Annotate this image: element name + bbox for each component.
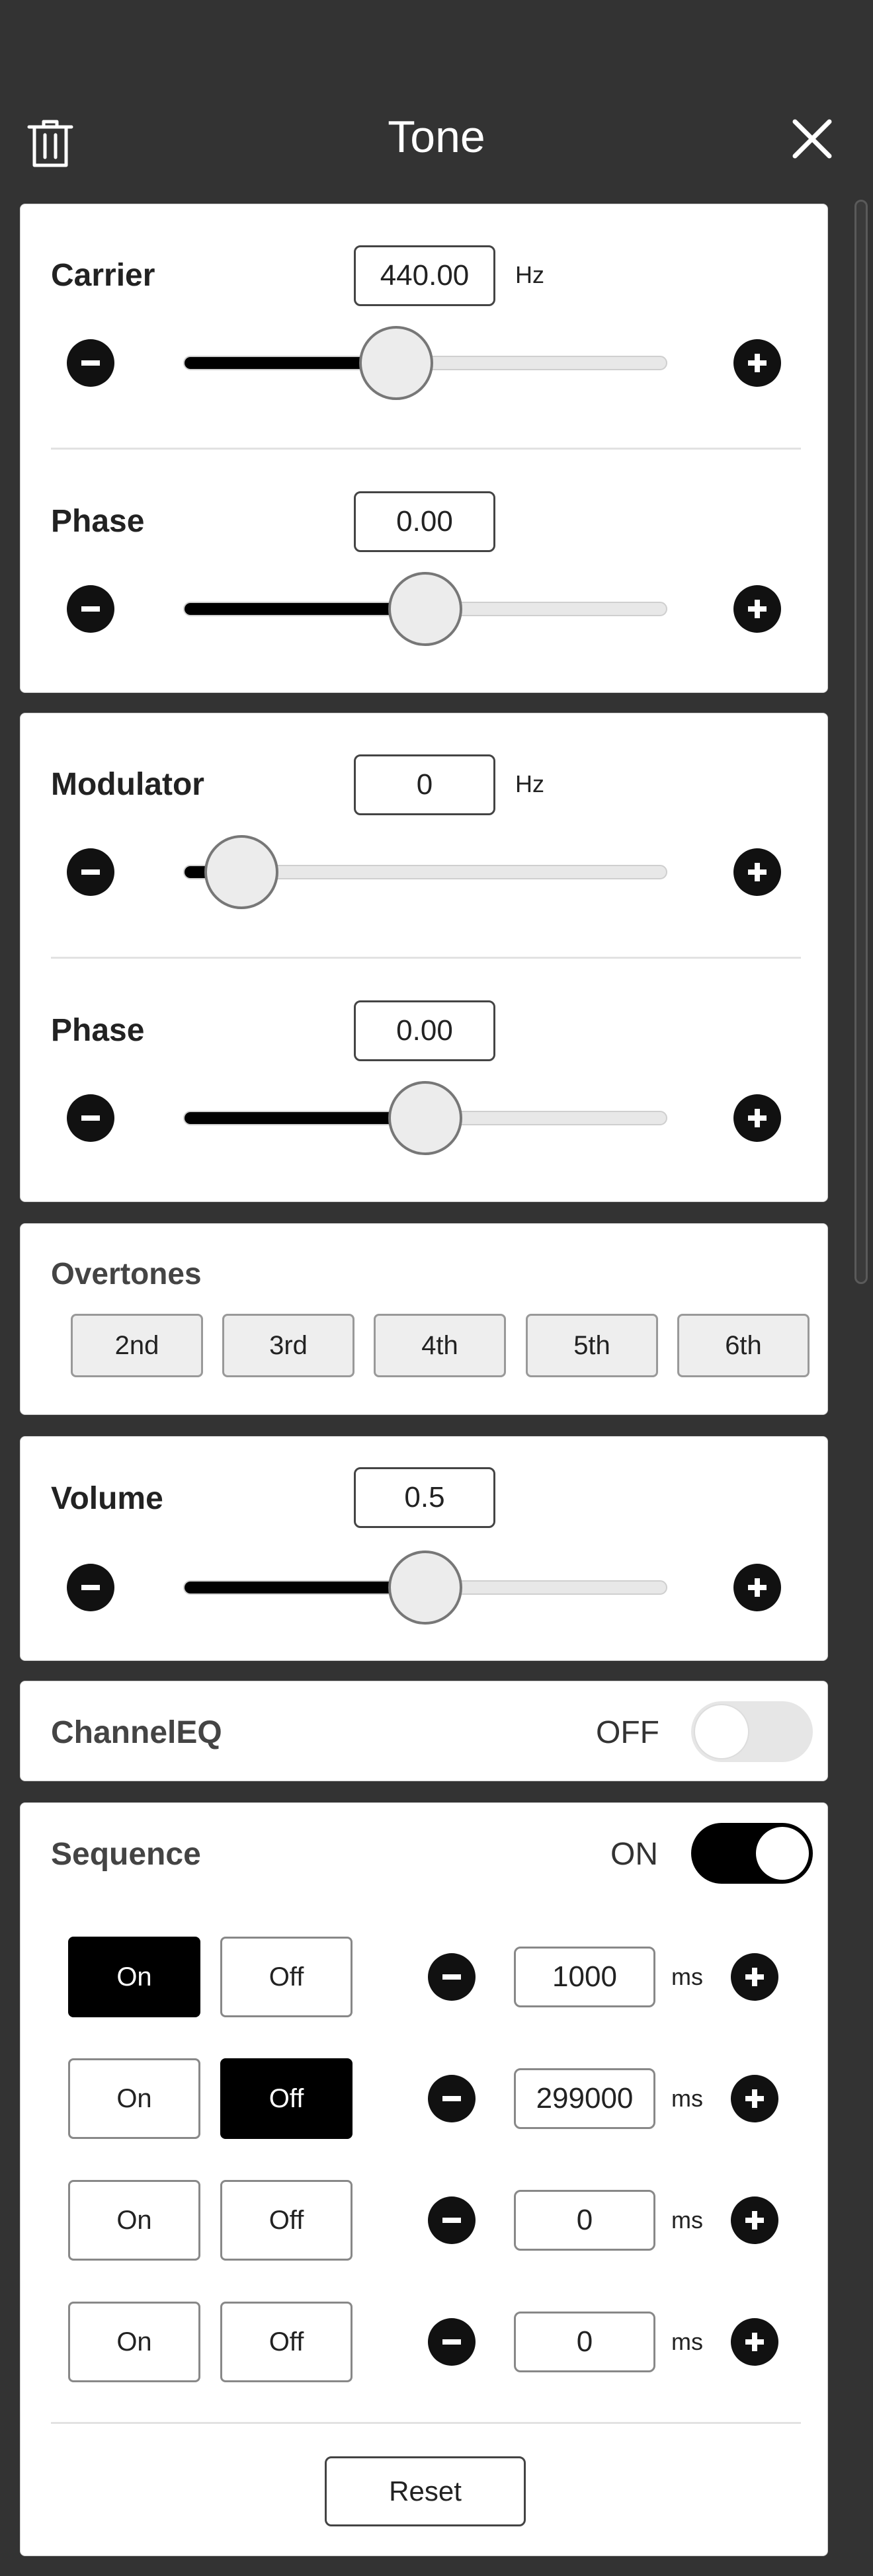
sequence-state-text: ON: [610, 1837, 658, 1872]
sequence-row-3-duration-input[interactable]: 0: [514, 2190, 655, 2251]
sequence-divider: [51, 2422, 801, 2424]
overtones-label: Overtones: [51, 1256, 202, 1291]
sequence-row-2-on-button[interactable]: On: [68, 2058, 200, 2139]
sequence-row-3-increment-button[interactable]: [731, 2196, 778, 2244]
modulator-unit: Hz: [515, 770, 544, 797]
modulator-phase-decrement-button[interactable]: [67, 1094, 114, 1142]
sequence-label: Sequence: [51, 1837, 201, 1872]
sequence-toggle-knob: [756, 1827, 809, 1880]
modulator-phase-input[interactable]: 0.00: [354, 1000, 495, 1061]
sequence-row-2-unit: ms: [671, 2085, 703, 2112]
channeleq-toggle-knob: [695, 1705, 748, 1758]
carrier-panel: Carrier 440.00 Hz Phase 0.00: [20, 204, 828, 693]
modulator-decrement-button[interactable]: [67, 848, 114, 896]
carrier-divider: [51, 448, 801, 450]
carrier-decrement-button[interactable]: [67, 339, 114, 387]
carrier-phase-increment-button[interactable]: [733, 585, 781, 633]
carrier-label: Carrier: [51, 258, 155, 293]
carrier-phase-input[interactable]: 0.00: [354, 491, 495, 552]
sequence-row-1-increment-button[interactable]: [731, 1953, 778, 2001]
sequence-row-1-decrement-button[interactable]: [428, 1953, 476, 2001]
overtones-panel: Overtones 2nd 3rd 4th 5th 6th: [20, 1223, 828, 1415]
sequence-row-2-increment-button[interactable]: [731, 2075, 778, 2122]
sequence-row-4-decrement-button[interactable]: [428, 2318, 476, 2366]
close-icon[interactable]: [790, 116, 835, 161]
volume-increment-button[interactable]: [733, 1564, 781, 1611]
channeleq-label: ChannelEQ: [51, 1715, 222, 1750]
sequence-row-3-off-button[interactable]: Off: [220, 2180, 353, 2261]
volume-decrement-button[interactable]: [67, 1564, 114, 1611]
sequence-row-3-decrement-button[interactable]: [428, 2196, 476, 2244]
volume-label: Volume: [51, 1481, 163, 1516]
modulator-frequency-input[interactable]: 0: [354, 754, 495, 815]
overtone-2nd-button[interactable]: 2nd: [71, 1314, 203, 1377]
sequence-panel: Sequence ON On Off 1000 ms On Off 299000…: [20, 1802, 828, 2556]
volume-panel: Volume 0.5: [20, 1436, 828, 1661]
volume-input[interactable]: 0.5: [354, 1467, 495, 1528]
reset-button[interactable]: Reset: [325, 2456, 526, 2526]
modulator-divider: [51, 957, 801, 959]
modulator-phase-increment-button[interactable]: [733, 1094, 781, 1142]
page-title: Tone: [388, 112, 485, 162]
overtone-6th-button[interactable]: 6th: [677, 1314, 810, 1377]
sequence-row-1-unit: ms: [671, 1963, 703, 1990]
carrier-unit: Hz: [515, 261, 544, 288]
sequence-row-4-duration-input[interactable]: 0: [514, 2312, 655, 2372]
volume-slider-thumb[interactable]: [388, 1550, 462, 1625]
overtone-4th-button[interactable]: 4th: [374, 1314, 506, 1377]
sequence-row-4-on-button[interactable]: On: [68, 2302, 200, 2382]
modulator-phase-slider-thumb[interactable]: [388, 1081, 462, 1155]
overtone-3rd-button[interactable]: 3rd: [222, 1314, 354, 1377]
sequence-row-4-increment-button[interactable]: [731, 2318, 778, 2366]
carrier-frequency-input[interactable]: 440.00: [354, 245, 495, 306]
channeleq-state-text: OFF: [596, 1715, 659, 1750]
channeleq-toggle[interactable]: [691, 1701, 813, 1762]
modulator-phase-label: Phase: [51, 1013, 145, 1048]
modulator-slider-thumb[interactable]: [204, 835, 278, 909]
sequence-row-1-off-button[interactable]: Off: [220, 1937, 353, 2017]
carrier-phase-decrement-button[interactable]: [67, 585, 114, 633]
carrier-increment-button[interactable]: [733, 339, 781, 387]
sequence-row-1-duration-input[interactable]: 1000: [514, 1947, 655, 2007]
channeleq-panel: ChannelEQ OFF: [20, 1681, 828, 1781]
sequence-row-4-off-button[interactable]: Off: [220, 2302, 353, 2382]
sequence-row-1-on-button[interactable]: On: [68, 1937, 200, 2017]
modulator-increment-button[interactable]: [733, 848, 781, 896]
header-bar: Tone: [0, 0, 873, 198]
carrier-phase-slider-thumb[interactable]: [388, 572, 462, 646]
scrollbar[interactable]: [854, 200, 868, 1284]
sequence-toggle[interactable]: [691, 1823, 813, 1884]
sequence-row-4-unit: ms: [671, 2328, 703, 2355]
sequence-row-3-on-button[interactable]: On: [68, 2180, 200, 2261]
carrier-slider-thumb[interactable]: [359, 326, 434, 400]
modulator-panel: Modulator 0 Hz Phase 0.00: [20, 713, 828, 1202]
modulator-label: Modulator: [51, 767, 204, 802]
overtone-5th-button[interactable]: 5th: [526, 1314, 658, 1377]
sequence-row-2-decrement-button[interactable]: [428, 2075, 476, 2122]
sequence-row-3-unit: ms: [671, 2206, 703, 2234]
sequence-row-2-duration-input[interactable]: 299000: [514, 2068, 655, 2129]
sequence-row-2-off-button[interactable]: Off: [220, 2058, 353, 2139]
carrier-phase-label: Phase: [51, 504, 145, 539]
